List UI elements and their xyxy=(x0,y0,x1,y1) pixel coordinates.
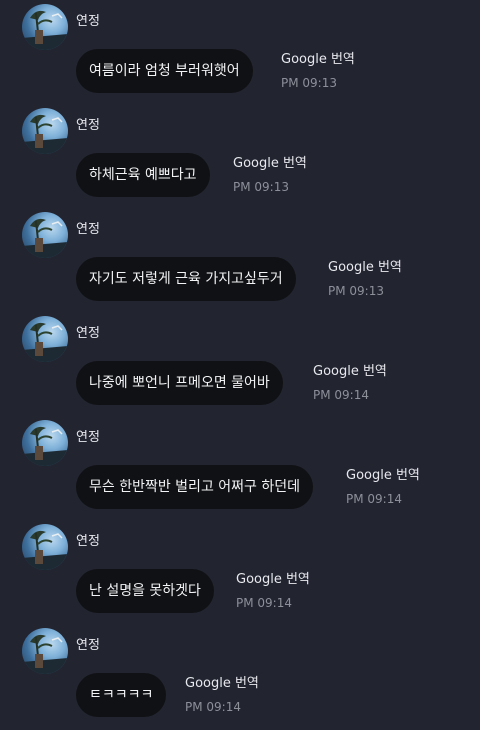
google-translate-link[interactable]: Google 번역 xyxy=(328,259,402,277)
message-meta: Google 번역 PM 09:13 xyxy=(233,155,307,195)
sender-name: 연정 xyxy=(76,326,100,341)
message-timestamp: PM 09:14 xyxy=(346,492,402,506)
message-bubble: 자기도 저렇게 근육 가지고싶두거 xyxy=(76,257,296,301)
message-bubble: 무슨 한반짝반 벌리고 어쩌구 하던데 xyxy=(76,465,313,509)
message-bubble: 난 설명을 못하겟다 xyxy=(76,569,214,613)
chat-message: 연정 여름이라 엄청 부러워햇어 Google 번역 PM 09:13 xyxy=(0,2,480,106)
message-timestamp: PM 09:14 xyxy=(236,596,292,610)
chat-message: 연정 하체근육 예쁘다고 Google 번역 PM 09:13 xyxy=(0,106,480,210)
google-translate-link[interactable]: Google 번역 xyxy=(233,155,307,173)
chat-message: 연정 ㅌㅋㅋㅋㅋ Google 번역 PM 09:14 xyxy=(0,626,480,730)
message-meta: Google 번역 PM 09:14 xyxy=(236,571,310,611)
avatar[interactable] xyxy=(22,4,68,50)
avatar[interactable] xyxy=(22,628,68,674)
sender-name: 연정 xyxy=(76,534,100,549)
chat-message: 연정 자기도 저렇게 근육 가지고싶두거 Google 번역 PM 09:13 xyxy=(0,210,480,314)
message-bubble: 하체근육 예쁘다고 xyxy=(76,153,210,197)
sender-name: 연정 xyxy=(76,430,100,445)
message-meta: Google 번역 PM 09:14 xyxy=(185,675,259,715)
avatar[interactable] xyxy=(22,316,68,362)
message-bubble: 나중에 뽀언니 프메오면 물어바 xyxy=(76,361,283,405)
avatar[interactable] xyxy=(22,212,68,258)
google-translate-link[interactable]: Google 번역 xyxy=(346,467,420,485)
sender-name: 연정 xyxy=(76,222,100,237)
message-bubble: 여름이라 엄청 부러워햇어 xyxy=(76,49,253,93)
chat-message: 연정 난 설명을 못하겟다 Google 번역 PM 09:14 xyxy=(0,522,480,626)
google-translate-link[interactable]: Google 번역 xyxy=(236,571,310,589)
message-timestamp: PM 09:13 xyxy=(281,76,337,90)
avatar[interactable] xyxy=(22,108,68,154)
sender-name: 연정 xyxy=(76,638,100,653)
google-translate-link[interactable]: Google 번역 xyxy=(185,675,259,693)
avatar[interactable] xyxy=(22,420,68,466)
chat-message-list[interactable]: 연정 여름이라 엄청 부러워햇어 Google 번역 PM 09:13 연정 하… xyxy=(0,0,480,730)
message-timestamp: PM 09:14 xyxy=(185,700,241,714)
message-meta: Google 번역 PM 09:13 xyxy=(328,259,402,299)
message-meta: Google 번역 PM 09:13 xyxy=(281,51,355,91)
message-meta: Google 번역 PM 09:14 xyxy=(313,363,387,403)
google-translate-link[interactable]: Google 번역 xyxy=(313,363,387,381)
message-timestamp: PM 09:14 xyxy=(313,388,369,402)
sender-name: 연정 xyxy=(76,14,100,29)
chat-message: 연정 무슨 한반짝반 벌리고 어쩌구 하던데 Google 번역 PM 09:1… xyxy=(0,418,480,522)
sender-name: 연정 xyxy=(76,118,100,133)
message-timestamp: PM 09:13 xyxy=(328,284,384,298)
message-bubble: ㅌㅋㅋㅋㅋ xyxy=(76,673,167,717)
google-translate-link[interactable]: Google 번역 xyxy=(281,51,355,69)
avatar[interactable] xyxy=(22,524,68,570)
message-meta: Google 번역 PM 09:14 xyxy=(346,467,420,507)
chat-message: 연정 나중에 뽀언니 프메오면 물어바 Google 번역 PM 09:14 xyxy=(0,314,480,418)
message-timestamp: PM 09:13 xyxy=(233,180,289,194)
